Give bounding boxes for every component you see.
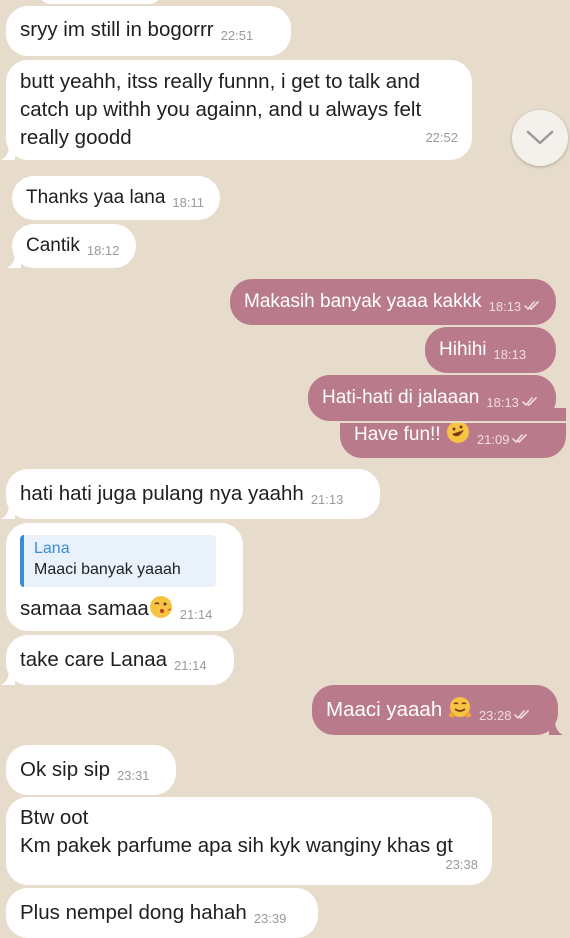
message-text: sryy im still in bogorrr [20,18,214,41]
previous-message-edge [40,0,160,4]
message-text: Have fun!! [354,424,441,445]
double-check-icon [512,434,528,444]
message-time: 21:13 [310,492,344,507]
message-time: 18:13 [488,299,522,314]
message-bubble-incoming[interactable]: Cantik 18:12 [7,224,136,268]
bubble-tail [1,146,15,160]
kiss-emoji [149,596,172,618]
message-bubble-incoming[interactable]: butt yeahh, itss really funnn, i get to … [1,60,472,160]
message-bubble-outgoing-overlap: Hati-hati di jalaaan 18:13 [308,375,556,421]
message-text-line: Btw oot [20,806,89,829]
message-text-line: butt yeahh, itss really funnn, i get to … [20,70,420,93]
chevron-down-icon [526,130,554,145]
bubble-tail [549,721,563,735]
hug-emoji [448,697,471,718]
message-time: 18:12 [86,243,120,258]
reply-quote[interactable]: Lana Maaci banyak yaaah [20,535,216,587]
reply-author: Lana [34,540,70,557]
message-time: 21:09 [476,432,510,447]
message-time: 18:11 [172,195,204,210]
message-bubble-incoming[interactable]: hati hati juga pulang nya yaahh 21:13 [1,469,380,519]
rofl-emoji [446,421,469,443]
message-time: 22:51 [220,28,254,43]
message-bubble-outgoing[interactable]: Hihihi 18:13 [425,327,556,388]
message-bubble-incoming[interactable]: take care Lanaa 21:14 [1,635,234,685]
double-check-icon [514,710,530,720]
message-text: Thanks yaa lana [26,187,166,208]
double-check-icon [522,397,537,407]
message-time: 21:14 [179,607,213,622]
message-text: take care Lanaa [20,648,168,671]
overlap-gap [340,421,570,423]
bubble-tail [7,254,21,268]
message-text-line: catch up withh you againn, and u always … [20,98,422,121]
message-text: hati hati juga pulang nya yaahh [20,482,304,505]
message-time: 21:14 [174,658,207,673]
scroll-to-bottom-button[interactable] [512,110,568,166]
message-bubble-incoming[interactable]: Plus nempel dong hahah 23:39 [6,888,318,938]
bubble-tail [1,671,15,685]
message-text: Maaci yaaah [326,698,443,721]
message-bubble-incoming[interactable]: Btw oot Km pakek parfume apa sih kyk wan… [6,797,492,885]
message-time: 18:13 [493,347,527,362]
double-check-icon [524,301,539,311]
reply-text: Maaci banyak yaaah [34,561,181,578]
bubble-tail [1,505,15,519]
message-text: samaa samaa [20,597,149,620]
message-text: Cantik [26,235,80,256]
message-text-line: really goodd [20,126,132,149]
message-bubble-outgoing[interactable]: Maaci yaaah 23:28 [312,685,563,735]
message-bubble-outgoing[interactable]: Makasih banyak yaaa kakkk 18:13 [230,279,556,325]
message-text: Hati-hati di jalaaan [322,387,480,408]
message-text: Plus nempel dong hahah [20,901,247,924]
message-time: 22:52 [425,130,458,145]
message-time: 23:39 [253,911,287,926]
message-time: 23:28 [478,708,512,723]
message-time: 23:38 [445,857,478,872]
message-text-line: Km pakek parfume apa sih kyk wanginy kha… [20,834,453,857]
message-bubble-incoming[interactable]: sryy im still in bogorrr 22:51 [6,6,291,56]
message-text: Ok sip sip [20,758,110,781]
message-time: 23:31 [117,768,150,783]
message-text: Hihihi [439,339,487,360]
message-bubble-incoming[interactable]: Lana Maaci banyak yaaah samaa samaa 21:14 [6,523,243,631]
message-bubble-incoming[interactable]: Ok sip sip 23:31 [6,745,176,795]
message-time: 18:13 [486,395,519,410]
message-bubble-incoming[interactable]: Thanks yaa lana 18:11 [12,176,220,220]
message-text: Makasih banyak yaaa kakkk [244,291,482,312]
